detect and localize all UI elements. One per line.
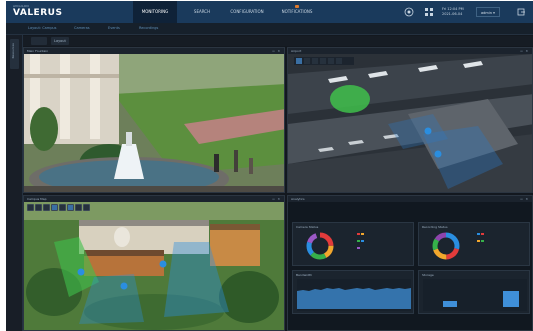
recording-status-title: Recording Status bbox=[422, 225, 448, 229]
storage-bar-chart bbox=[423, 279, 527, 311]
legend-swatch bbox=[477, 233, 485, 236]
legend-swatch bbox=[357, 233, 365, 236]
bandwidth-area bbox=[297, 288, 411, 309]
toolbar-button-layout-label: Layout bbox=[54, 39, 66, 43]
bandwidth-area-chart bbox=[297, 279, 411, 311]
settings-tool-button[interactable] bbox=[83, 204, 90, 211]
campus-map-view bbox=[24, 202, 284, 330]
resource-rail: Resources bbox=[6, 35, 23, 331]
tile-controls-icon[interactable]: ▫ ✕ bbox=[272, 197, 281, 201]
pan-tool-button[interactable] bbox=[27, 204, 34, 211]
legend-swatch bbox=[357, 247, 361, 250]
zoom-tool-button[interactable] bbox=[43, 204, 50, 211]
map-tile-title: Airport bbox=[291, 49, 302, 53]
user-menu-label: admin bbox=[481, 11, 492, 15]
airport-map-view bbox=[288, 54, 532, 192]
bandwidth-card: Bandwidth bbox=[292, 270, 414, 314]
tab-notifications-label: NOTIFICATIONS bbox=[281, 9, 313, 14]
alarm-layer-button[interactable] bbox=[67, 204, 74, 211]
tile-controls-icon[interactable]: ▫ ✕ bbox=[272, 49, 281, 53]
rotate-tool-button[interactable] bbox=[35, 204, 42, 211]
user-menu[interactable]: admin ▾ bbox=[476, 7, 500, 17]
storage-bar bbox=[503, 291, 519, 307]
tab-configuration-label: CONFIGURATION bbox=[230, 9, 264, 14]
measure-tool-button[interactable] bbox=[75, 204, 82, 211]
help-icon[interactable] bbox=[404, 7, 414, 17]
recording-status-card: Recording Status bbox=[418, 222, 530, 266]
sub-bar: Layout: Campus Cameras Events Recordings bbox=[6, 23, 533, 35]
toolbar-button-view[interactable] bbox=[31, 37, 47, 45]
video-tile-fountain[interactable]: Main Fountain ▫ ✕ bbox=[23, 47, 285, 193]
dashboard-title: Analytics bbox=[291, 197, 305, 201]
storage-title: Storage bbox=[422, 273, 434, 277]
camera-status-title: Camera Status bbox=[296, 225, 319, 229]
subbar-item-recordings[interactable]: Recordings bbox=[139, 26, 158, 30]
subbar-item-cameras[interactable]: Cameras bbox=[74, 26, 90, 30]
storage-bar bbox=[443, 301, 457, 307]
fov-layer-button[interactable] bbox=[59, 204, 66, 211]
brand-name: VALERUS bbox=[13, 8, 63, 18]
layout-toolbar: Layout bbox=[23, 36, 533, 46]
map-tile-airport[interactable]: Airport ▫ ✕ bbox=[287, 47, 533, 193]
map-tile-campus[interactable]: Campus Map ▫ ✕ bbox=[23, 195, 285, 331]
app-window: AVIGILON VALERUS MONITORING SEARCH CONFI… bbox=[6, 1, 533, 331]
tile-controls-icon[interactable]: ▫ ✕ bbox=[520, 197, 529, 201]
campus-tile-title: Campus Map bbox=[27, 197, 47, 201]
bandwidth-title: Bandwidth bbox=[296, 273, 312, 277]
tile-controls-icon[interactable]: ▫ ✕ bbox=[520, 49, 529, 53]
logout-icon[interactable] bbox=[516, 7, 526, 17]
tab-search[interactable]: SEARCH bbox=[184, 1, 220, 23]
camera-status-card: Camera Status bbox=[292, 222, 414, 266]
subbar-item-layout[interactable]: Layout: Campus bbox=[28, 26, 56, 30]
storage-card: Storage bbox=[418, 270, 530, 314]
brand-logo: AVIGILON VALERUS bbox=[13, 4, 62, 19]
legend-swatch bbox=[357, 240, 365, 243]
legend-swatch bbox=[477, 240, 485, 243]
fountain-camera-feed bbox=[24, 54, 284, 192]
video-tile-title: Main Fountain bbox=[27, 49, 49, 53]
notification-badge bbox=[295, 5, 299, 8]
subbar-item-events[interactable]: Events bbox=[108, 26, 120, 30]
campus-map-tools bbox=[27, 204, 91, 212]
clock-date: 2021-06-04 bbox=[442, 12, 463, 16]
camera-status-donut bbox=[306, 232, 334, 260]
rail-label: Resources bbox=[11, 43, 15, 59]
dashboard-header: Analytics ▫ ✕ bbox=[288, 196, 532, 202]
clock-time: Fri 12:04 PM bbox=[442, 7, 464, 11]
tab-configuration[interactable]: CONFIGURATION bbox=[224, 1, 270, 23]
grid-icon[interactable] bbox=[424, 7, 434, 17]
campus-map-body bbox=[24, 202, 284, 330]
recording-status-donut bbox=[432, 232, 460, 260]
tab-notifications[interactable]: NOTIFICATIONS bbox=[274, 1, 320, 23]
top-bar: AVIGILON VALERUS MONITORING SEARCH CONFI… bbox=[6, 1, 533, 23]
tab-search-label: SEARCH bbox=[193, 9, 211, 14]
analytics-dashboard: Analytics ▫ ✕ Camera Status Recording St… bbox=[287, 195, 533, 331]
tab-monitoring[interactable]: MONITORING bbox=[133, 1, 177, 23]
tab-monitoring-label: MONITORING bbox=[141, 9, 169, 14]
toolbar-button-layout[interactable]: Layout bbox=[51, 37, 69, 45]
camera-layer-button[interactable] bbox=[51, 204, 58, 211]
